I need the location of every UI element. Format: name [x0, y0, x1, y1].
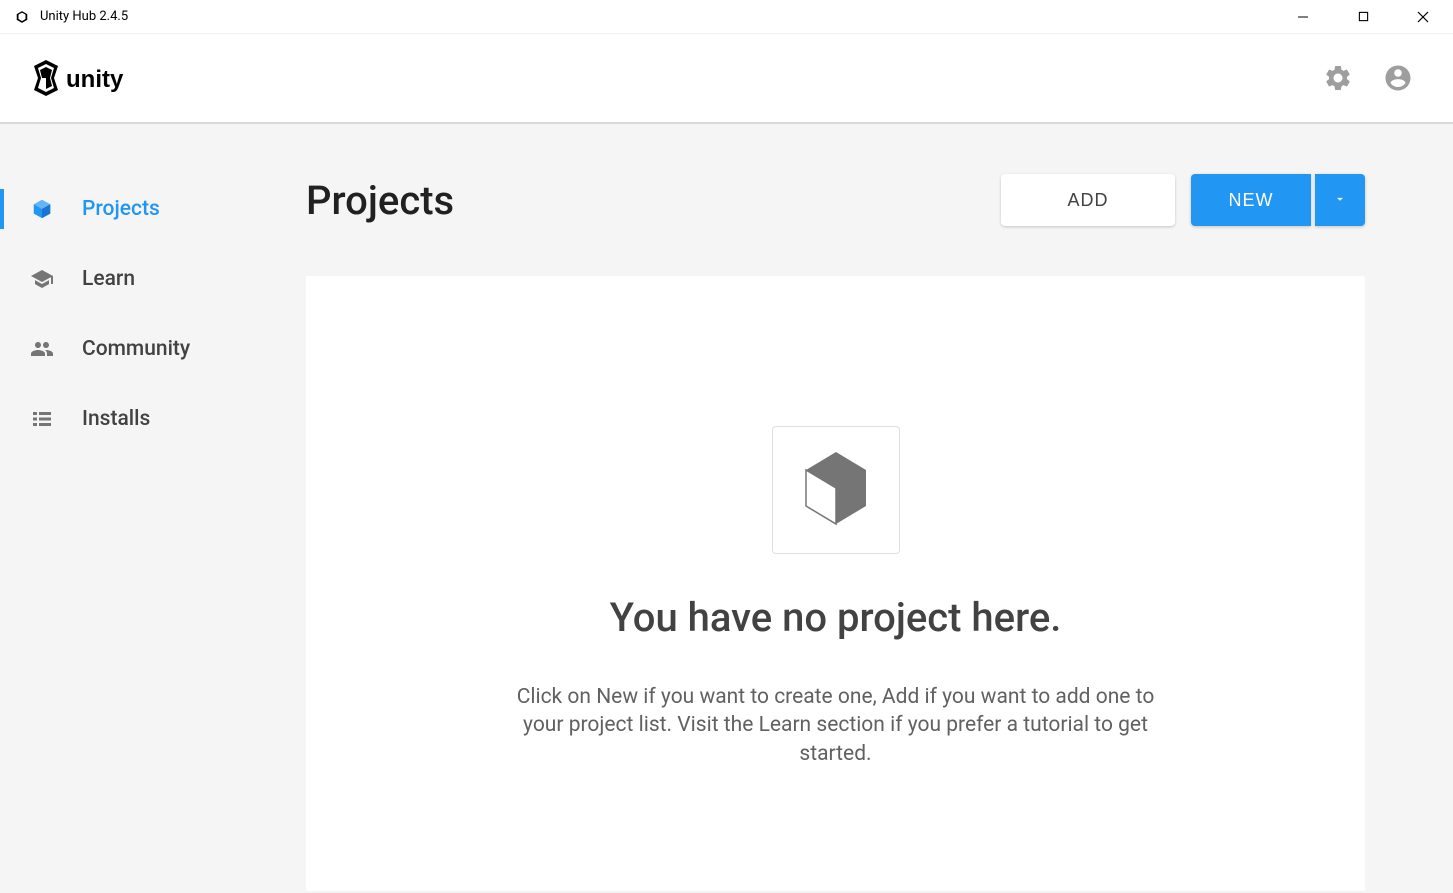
new-button-group: NEW [1191, 174, 1365, 226]
svg-text:unity: unity [66, 66, 124, 93]
page-title: Projects [306, 177, 454, 224]
window-title: Unity Hub 2.4.5 [40, 9, 128, 24]
installs-icon [30, 407, 54, 431]
community-icon [30, 337, 54, 361]
sidebar-item-projects[interactable]: Projects [0, 174, 306, 244]
sidebar-item-label: Projects [82, 197, 160, 221]
sidebar-item-learn[interactable]: Learn [0, 244, 306, 314]
sidebar: Projects Learn Community [0, 124, 306, 893]
new-button[interactable]: NEW [1191, 174, 1311, 226]
cube-icon [30, 197, 54, 221]
main-header: Projects ADD NEW [306, 174, 1365, 226]
empty-state-icon-box [772, 426, 900, 554]
sidebar-item-label: Learn [82, 267, 135, 291]
sidebar-item-installs[interactable]: Installs [0, 384, 306, 454]
empty-state-title: You have no project here. [610, 594, 1062, 641]
close-button[interactable] [1393, 0, 1453, 33]
header: unity [0, 34, 1453, 124]
sidebar-item-community[interactable]: Community [0, 314, 306, 384]
learn-icon [30, 267, 54, 291]
sidebar-item-label: Community [82, 337, 190, 361]
cube-icon [800, 449, 872, 531]
new-dropdown-button[interactable] [1315, 174, 1365, 226]
projects-panel: You have no project here. Click on New i… [306, 276, 1365, 891]
add-button[interactable]: ADD [1001, 174, 1175, 226]
sidebar-item-label: Installs [82, 407, 150, 431]
app-body: Projects Learn Community [0, 124, 1453, 893]
empty-state-description: Click on New if you want to create one, … [516, 683, 1156, 768]
main-content: Projects ADD NEW [306, 124, 1453, 893]
caret-down-icon [1333, 190, 1347, 211]
main-actions: ADD NEW [1001, 174, 1365, 226]
unity-app-icon [14, 9, 30, 25]
account-button[interactable] [1383, 63, 1413, 93]
maximize-button[interactable] [1333, 0, 1393, 33]
settings-button[interactable] [1323, 63, 1353, 93]
titlebar-left: Unity Hub 2.4.5 [14, 9, 128, 25]
window-controls [1273, 0, 1453, 33]
titlebar: Unity Hub 2.4.5 [0, 0, 1453, 34]
minimize-button[interactable] [1273, 0, 1333, 33]
unity-logo: unity [30, 57, 140, 99]
header-icons [1323, 63, 1413, 93]
